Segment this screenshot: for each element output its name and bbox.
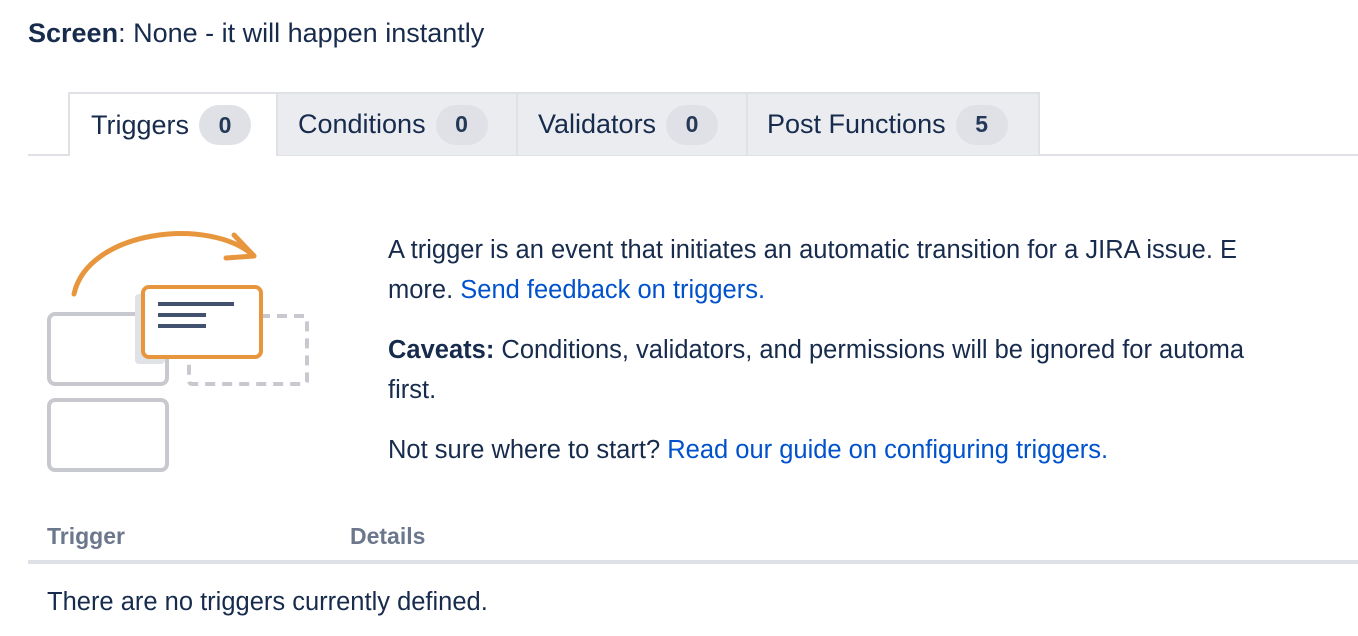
intro-line-2: more.: [388, 276, 461, 304]
tab-validators[interactable]: Validators 0: [516, 92, 748, 155]
intro-line-1: A trigger is an event that initiates an …: [388, 236, 1238, 264]
caveats-text-continued: first.: [388, 370, 1358, 410]
transition-tabs: Triggers 0 Conditions 0 Validators 0 Pos…: [68, 92, 1040, 156]
tab-count-badge: 0: [435, 104, 488, 145]
tab-count-badge: 0: [199, 105, 252, 145]
guide-link[interactable]: Read our guide on configuring triggers.: [667, 436, 1108, 464]
table-header-divider: [28, 560, 1358, 564]
trigger-transition-illustration-icon: [40, 220, 320, 480]
column-header-trigger: Trigger: [47, 523, 125, 549]
screen-label: Screen: [28, 18, 119, 48]
caveats-line-1: Conditions, validators, and permissions …: [494, 336, 1245, 364]
caveats-text: Caveats: Conditions, validators, and per…: [388, 330, 1358, 370]
tab-count-badge: 0: [666, 104, 719, 145]
tab-triggers[interactable]: Triggers 0: [68, 92, 278, 156]
screen-value: : None - it will happen instantly: [118, 18, 485, 48]
screen-info: Screen: None - it will happen instantly: [28, 16, 484, 50]
tab-label: Validators: [538, 109, 657, 139]
trigger-description: A trigger is an event that initiates an …: [388, 230, 1358, 470]
guide-prefix: Not sure where to start?: [388, 436, 668, 464]
tab-post-functions[interactable]: Post Functions 5: [746, 92, 1040, 155]
column-header-details: Details: [350, 523, 426, 549]
trigger-config-page: Screen: None - it will happen instantly …: [0, 0, 1358, 636]
empty-table-message: There are no triggers currently defined.: [47, 588, 488, 616]
tab-label: Triggers: [91, 109, 190, 140]
tab-label: Post Functions: [767, 109, 946, 139]
caveats-line-2: first.: [388, 376, 437, 404]
tab-count-badge: 5: [955, 104, 1008, 145]
tab-conditions[interactable]: Conditions 0: [276, 92, 518, 155]
intro-text: A trigger is an event that initiates an …: [388, 230, 1358, 270]
caveats-label: Caveats:: [388, 336, 495, 364]
intro-text-continued: more. Send feedback on triggers.: [388, 270, 1358, 310]
tab-label: Conditions: [298, 109, 426, 139]
feedback-link[interactable]: Send feedback on triggers.: [460, 276, 765, 304]
guide-text: Not sure where to start? Read our guide …: [388, 430, 1358, 470]
